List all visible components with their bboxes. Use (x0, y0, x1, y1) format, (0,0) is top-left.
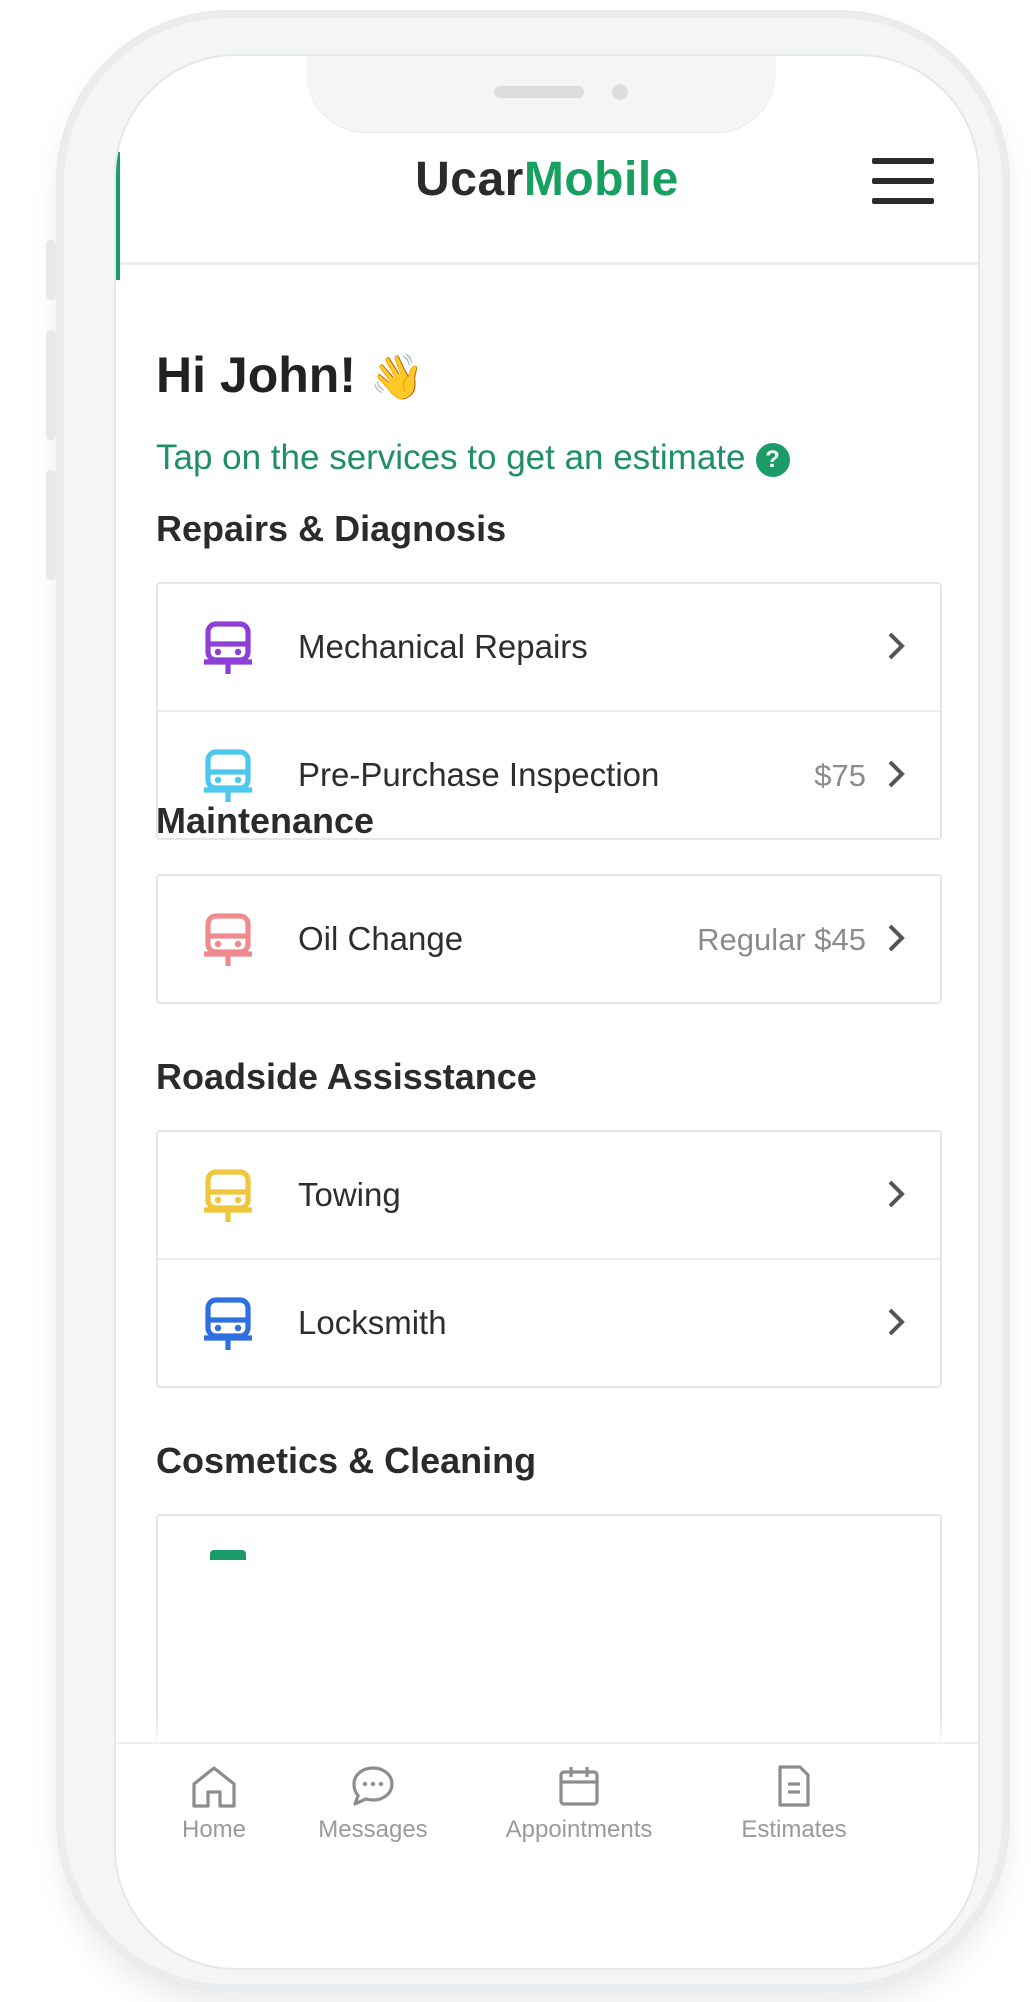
service-label: Towing (298, 1176, 401, 1213)
hamburger-menu-icon[interactable] (872, 158, 934, 206)
tab-label: Estimates (741, 1816, 847, 1843)
section-title-roadside: Roadside Assisstance (156, 1056, 537, 1097)
tab-label: Home (181, 1816, 247, 1843)
car-icon (204, 621, 252, 674)
front-camera (612, 84, 628, 100)
document-icon (778, 1765, 810, 1807)
service-row-locksmith[interactable]: Locksmith (158, 1260, 940, 1386)
tab-label: Messages (318, 1816, 428, 1843)
chevron-right-icon (888, 1308, 905, 1336)
help-icon[interactable]: ? (755, 442, 790, 477)
phone-notch (306, 56, 776, 132)
service-label: Locksmith (298, 1304, 447, 1341)
phone-side-button (46, 240, 56, 300)
calendar-icon (559, 1767, 599, 1806)
tab-messages[interactable]: Messages (288, 1762, 458, 1844)
logo-text-mobile: Mobile (523, 153, 679, 206)
chevron-right-icon (888, 632, 905, 660)
tab-label: Appointments (505, 1816, 653, 1843)
tab-home[interactable]: Home (156, 1762, 272, 1844)
car-icon (204, 749, 252, 802)
service-label: Pre-Purchase Inspection (298, 756, 660, 793)
section-title-cosmetics: Cosmetics & Cleaning (156, 1440, 537, 1481)
section-title-maintenance: Maintenance (156, 800, 375, 841)
speaker-grille (494, 86, 584, 98)
phone-screen: UcarMobile Hi John! 👋 Tap on the service… (116, 56, 978, 1968)
waving-hand-icon: 👋 (369, 353, 425, 402)
greeting-text: Hi John! (156, 347, 356, 403)
service-row-mechanical-repairs[interactable]: Mechanical Repairs (158, 584, 940, 712)
service-label: Mechanical Repairs (298, 628, 588, 665)
tab-estimates[interactable]: Estimates (714, 1762, 874, 1844)
service-row-towing[interactable]: Towing (158, 1132, 940, 1260)
logo-text-ucar: Ucar (415, 153, 524, 206)
greeting-heading: Hi John! 👋 (156, 346, 425, 404)
phone-volume-down (46, 470, 56, 580)
service-label: Oil Change (298, 920, 464, 957)
chevron-right-icon (888, 1180, 905, 1208)
chat-icon (352, 1766, 394, 1806)
car-icon (204, 1169, 252, 1222)
estimate-hint-text: Tap on the services to get an estimate (156, 438, 746, 477)
estimate-hint: Tap on the services to get an estimate? (156, 438, 790, 478)
bottom-tab-bar: Home Messages Appointments Estimates (116, 1742, 978, 1864)
car-icon-partial (210, 1550, 246, 1560)
chevron-right-icon (888, 760, 905, 788)
service-price: $75 (814, 758, 866, 793)
app-logo: UcarMobile (116, 152, 978, 207)
tab-appointments[interactable]: Appointments (474, 1762, 684, 1844)
service-card-maintenance: Oil Change Regular $45 (156, 874, 942, 1004)
service-row-oil-change[interactable]: Oil Change Regular $45 (158, 876, 940, 1002)
service-price: Regular $45 (697, 922, 866, 957)
home-icon (192, 1766, 236, 1808)
phone-volume-up (46, 330, 56, 440)
chevron-right-icon (888, 924, 905, 952)
car-icon (204, 1297, 252, 1350)
service-card-roadside: Towing Locksmith (156, 1130, 942, 1388)
car-icon (204, 913, 252, 966)
section-title-repairs: Repairs & Diagnosis (156, 508, 507, 549)
